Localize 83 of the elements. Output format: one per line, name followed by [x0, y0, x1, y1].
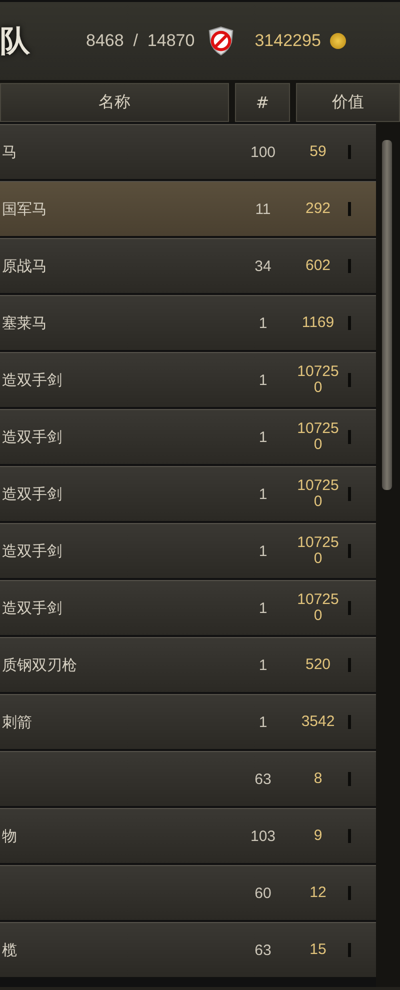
- item-count: 1: [258, 428, 268, 446]
- item-row[interactable]: 原战马 34 602: [0, 238, 376, 293]
- item-name: 塞莱马: [2, 314, 47, 332]
- tick-mark: [348, 772, 351, 786]
- item-row[interactable]: 造双手剑 1 107250: [0, 466, 376, 521]
- item-name: 原战马: [2, 256, 47, 274]
- item-value: 602: [304, 258, 332, 274]
- item-name: 造双手剑: [2, 598, 62, 616]
- item-name: 刺箭: [2, 712, 32, 730]
- item-row[interactable]: 刺箭 1 3542: [0, 694, 376, 749]
- tick-mark: [348, 829, 351, 843]
- tick-mark: [348, 658, 351, 672]
- item-name: 造双手剑: [2, 484, 62, 502]
- item-count: 1: [258, 600, 268, 616]
- item-row[interactable]: 物 103 9: [0, 808, 376, 863]
- tick-mark: [348, 202, 351, 216]
- scroll-thumb[interactable]: [382, 140, 392, 490]
- item-count: 1: [258, 656, 268, 674]
- item-count: 63: [254, 942, 272, 958]
- item-row[interactable]: 造双手剑 1 107250: [0, 409, 376, 464]
- item-count: 63: [254, 770, 272, 788]
- item-row[interactable]: 质钢双刃枪 1 520: [0, 637, 376, 692]
- tick-mark: [348, 943, 351, 957]
- tick-mark: [348, 259, 351, 273]
- column-header[interactable]: 价值: [296, 83, 400, 122]
- item-value: 1169: [300, 314, 336, 332]
- item-count: 1: [258, 372, 268, 388]
- item-value: 12: [308, 884, 328, 902]
- tick-mark: [348, 145, 351, 159]
- item-row[interactable]: 马 100 59: [0, 124, 376, 179]
- troop-count: 8468 / 14870: [86, 31, 195, 51]
- item-value: 3542: [300, 714, 336, 730]
- item-value: 107250: [296, 420, 340, 454]
- tick-mark: [348, 373, 351, 387]
- panel-title: 队: [0, 22, 31, 60]
- item-name: 国军马: [2, 200, 47, 218]
- item-value: 107250: [296, 534, 340, 568]
- item-row[interactable]: 60 12: [0, 865, 376, 920]
- item-row[interactable]: 造双手剑 1 107250: [0, 352, 376, 407]
- tick-mark: [348, 601, 351, 615]
- item-count: 1: [258, 714, 268, 730]
- item-name: 马: [2, 142, 17, 160]
- column-header[interactable]: #: [235, 83, 290, 122]
- item-value: 520: [304, 656, 332, 674]
- item-row[interactable]: 造双手剑 1 107250: [0, 580, 376, 635]
- tick-mark: [348, 316, 351, 330]
- money-amount: 3142295: [254, 31, 321, 51]
- item-value: 107250: [296, 592, 340, 624]
- item-name: 物: [2, 826, 17, 844]
- tick-mark: [348, 886, 351, 900]
- item-count: 1: [258, 486, 268, 502]
- item-count: 103: [249, 828, 277, 844]
- item-name: 质钢双刃枪: [2, 656, 77, 674]
- item-row[interactable]: 国军马 11 292: [0, 181, 376, 236]
- item-name: 造双手剑: [2, 542, 62, 560]
- tick-mark: [348, 487, 351, 501]
- item-name: 造双手剑: [2, 370, 62, 388]
- item-value: 9: [312, 828, 324, 844]
- item-row[interactable]: 塞莱马 1 1169: [0, 295, 376, 350]
- item-value: 59: [308, 144, 328, 160]
- scrollbar[interactable]: [376, 122, 400, 987]
- item-count: 1: [258, 314, 268, 332]
- item-row[interactable]: 造双手剑 1 107250: [0, 523, 376, 578]
- item-count: 11: [254, 200, 272, 218]
- item-value: 292: [304, 200, 332, 218]
- item-value: 15: [308, 942, 328, 958]
- item-count: 60: [254, 884, 272, 902]
- item-value: 107250: [296, 364, 340, 396]
- item-row[interactable]: 63 8: [0, 751, 376, 806]
- tick-mark: [348, 544, 351, 558]
- column-header[interactable]: 名称: [0, 83, 229, 122]
- item-row[interactable]: 榄 63 15: [0, 922, 376, 977]
- item-count: 34: [254, 258, 272, 274]
- item-count: 100: [249, 144, 277, 160]
- item-count: 1: [258, 542, 268, 560]
- item-name: 造双手剑: [2, 428, 62, 446]
- shield-prohibited-icon: [206, 26, 235, 56]
- item-value: 107250: [296, 478, 340, 510]
- tick-mark: [348, 715, 351, 729]
- item-value: 8: [312, 770, 324, 788]
- tick-mark: [348, 430, 351, 444]
- item-name: 榄: [2, 940, 17, 958]
- coin-icon: [330, 33, 346, 49]
